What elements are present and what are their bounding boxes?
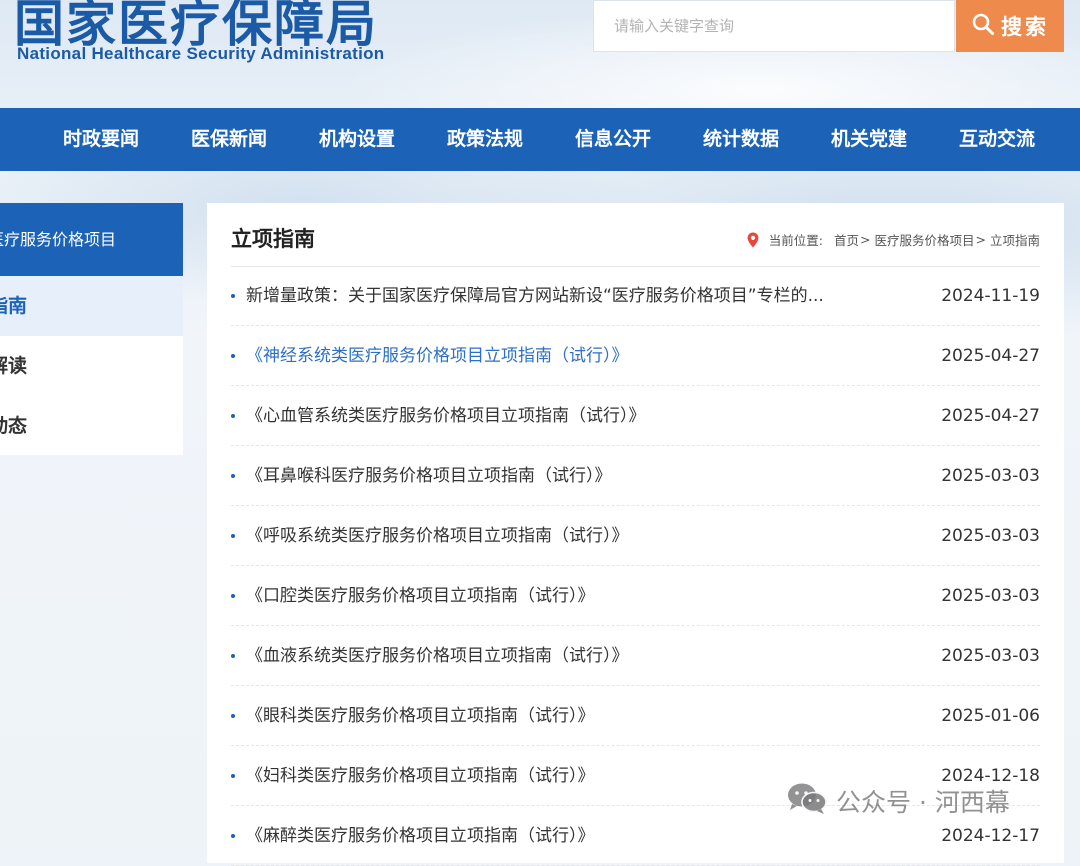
sidebar-header: 医疗服务价格项目 xyxy=(0,203,183,276)
sidebar-item-work-updates[interactable]: 工作动态 xyxy=(0,396,183,456)
nav-item-medical-insurance-news[interactable]: 医保新闻 xyxy=(191,108,267,171)
sidebar-item-policy-interpretation[interactable]: 政策解读 xyxy=(0,336,183,396)
list-item[interactable]: 《心血管系统类医疗服务价格项目立项指南（试行）》 2025-04-27 xyxy=(231,386,1040,446)
bullet-dot xyxy=(231,534,235,538)
list-item-title[interactable]: 《神经系统类医疗服务价格项目立项指南（试行）》 xyxy=(246,326,629,386)
list-item-date: 2025-03-03 xyxy=(941,466,1040,486)
nav-item-politics-news[interactable]: 时政要闻 xyxy=(63,108,139,171)
list-item[interactable]: 新增量政策：关于国家医疗保障局官方网站新设“医疗服务价格项目”专栏的... 20… xyxy=(231,266,1040,326)
breadcrumb: 当前位置: 首页 > 医疗服务价格项目 > 立项指南 xyxy=(747,230,1040,249)
list-item-date: 2024-11-19 xyxy=(941,286,1040,306)
list-item-date: 2025-03-03 xyxy=(941,586,1040,606)
list-item-date: 2025-04-27 xyxy=(941,346,1040,366)
list-item[interactable]: 《呼吸系统类医疗服务价格项目立项指南（试行）》 2025-03-03 xyxy=(231,506,1040,566)
site-header: 国家医疗保障局 National Healthcare Security Adm… xyxy=(0,0,1080,108)
list-item-title[interactable]: 《妇科类医疗服务价格项目立项指南（试行）》 xyxy=(246,746,595,806)
list-item-date: 2025-03-03 xyxy=(941,526,1040,546)
list-item-title[interactable]: 《麻醉类医疗服务价格项目立项指南（试行）》 xyxy=(246,806,595,866)
bullet-dot xyxy=(231,774,235,778)
nav-item-party-building[interactable]: 机关党建 xyxy=(831,108,907,171)
breadcrumb-section-link[interactable]: 医疗服务价格项目 xyxy=(874,230,974,249)
list-item-title[interactable]: 《口腔类医疗服务价格项目立项指南（试行）》 xyxy=(246,566,595,626)
bullet-dot xyxy=(231,714,235,718)
nav-item-policies[interactable]: 政策法规 xyxy=(447,108,523,171)
guideline-list: 新增量政策：关于国家医疗保障局官方网站新设“医疗服务价格项目”专栏的... 20… xyxy=(231,266,1040,866)
list-item-date: 2025-01-06 xyxy=(941,706,1040,726)
search-input[interactable] xyxy=(594,1,954,51)
list-item-title[interactable]: 《耳鼻喉科医疗服务价格项目立项指南（试行）》 xyxy=(246,446,612,506)
search-box xyxy=(593,0,955,52)
list-item[interactable]: 《麻醉类医疗服务价格项目立项指南（试行）》 2024-12-17 xyxy=(231,806,1040,866)
nav-item-info-disclosure[interactable]: 信息公开 xyxy=(575,108,651,171)
nav-item-interaction[interactable]: 互动交流 xyxy=(959,108,1035,171)
list-item-date: 2025-03-03 xyxy=(941,646,1040,666)
list-item[interactable]: 《口腔类医疗服务价格项目立项指南（试行）》 2025-03-03 xyxy=(231,566,1040,626)
main-nav: 时政要闻 医保新闻 机构设置 政策法规 信息公开 统计数据 机关党建 互动交流 xyxy=(0,108,1080,171)
list-item[interactable]: 《妇科类医疗服务价格项目立项指南（试行）》 2024-12-18 xyxy=(231,746,1040,806)
bullet-dot xyxy=(231,834,235,838)
list-item-date: 2025-04-27 xyxy=(941,406,1040,426)
breadcrumb-separator: > xyxy=(860,232,871,247)
bullet-dot xyxy=(231,474,235,478)
page-title: 立项指南 xyxy=(231,227,315,251)
breadcrumb-separator: > xyxy=(975,232,986,247)
location-pin-icon xyxy=(747,232,759,248)
sidebar-item-label: 立项指南 xyxy=(0,295,27,317)
list-item[interactable]: 《眼科类医疗服务价格项目立项指南（试行）》 2025-01-06 xyxy=(231,686,1040,746)
bullet-dot xyxy=(231,414,235,418)
nav-item-organization[interactable]: 机构设置 xyxy=(319,108,395,171)
list-item-title[interactable]: 《血液系统类医疗服务价格项目立项指南（试行）》 xyxy=(246,626,629,686)
nav-item-statistics[interactable]: 统计数据 xyxy=(703,108,779,171)
breadcrumb-current[interactable]: 立项指南 xyxy=(990,230,1040,249)
bullet-dot xyxy=(231,294,235,298)
sidebar-item-label: 政策解读 xyxy=(0,355,27,377)
list-item-date: 2024-12-18 xyxy=(941,766,1040,786)
sidebar-item-guidelines[interactable]: 立项指南 xyxy=(0,276,183,336)
sidebar-item-label: 工作动态 xyxy=(0,415,27,437)
list-item-title[interactable]: 新增量政策：关于国家医疗保障局官方网站新设“医疗服务价格项目”专栏的... xyxy=(246,266,824,326)
sidebar: 医疗服务价格项目 立项指南 政策解读 工作动态 xyxy=(0,203,183,455)
breadcrumb-home-link[interactable]: 首页 xyxy=(834,230,859,249)
list-item-title[interactable]: 《呼吸系统类医疗服务价格项目立项指南（试行）》 xyxy=(246,506,629,566)
list-item[interactable]: 《神经系统类医疗服务价格项目立项指南（试行）》 2025-04-27 xyxy=(231,326,1040,386)
search-icon xyxy=(971,12,995,40)
bullet-dot xyxy=(231,654,235,658)
sidebar-header-label: 医疗服务价格项目 xyxy=(0,230,117,249)
list-item-date: 2024-12-17 xyxy=(941,826,1040,846)
breadcrumb-prefix: 当前位置: xyxy=(768,233,823,248)
list-item-title[interactable]: 《眼科类医疗服务价格项目立项指南（试行）》 xyxy=(246,686,595,746)
search-button-label: 搜索 xyxy=(1001,15,1049,39)
list-item[interactable]: 《血液系统类医疗服务价格项目立项指南（试行）》 2025-03-03 xyxy=(231,626,1040,686)
search-button[interactable]: 搜索 xyxy=(956,0,1064,52)
main-panel: 立项指南 当前位置: 首页 > 医疗服务价格项目 > 立项指南 新增量政策：关于… xyxy=(207,203,1064,866)
site-logo-english[interactable]: National Healthcare Security Administrat… xyxy=(17,44,384,64)
list-item[interactable]: 《耳鼻喉科医疗服务价格项目立项指南（试行）》 2025-03-03 xyxy=(231,446,1040,506)
bullet-dot xyxy=(231,354,235,358)
list-item-title[interactable]: 《心血管系统类医疗服务价格项目立项指南（试行）》 xyxy=(246,386,646,446)
bullet-dot xyxy=(231,594,235,598)
